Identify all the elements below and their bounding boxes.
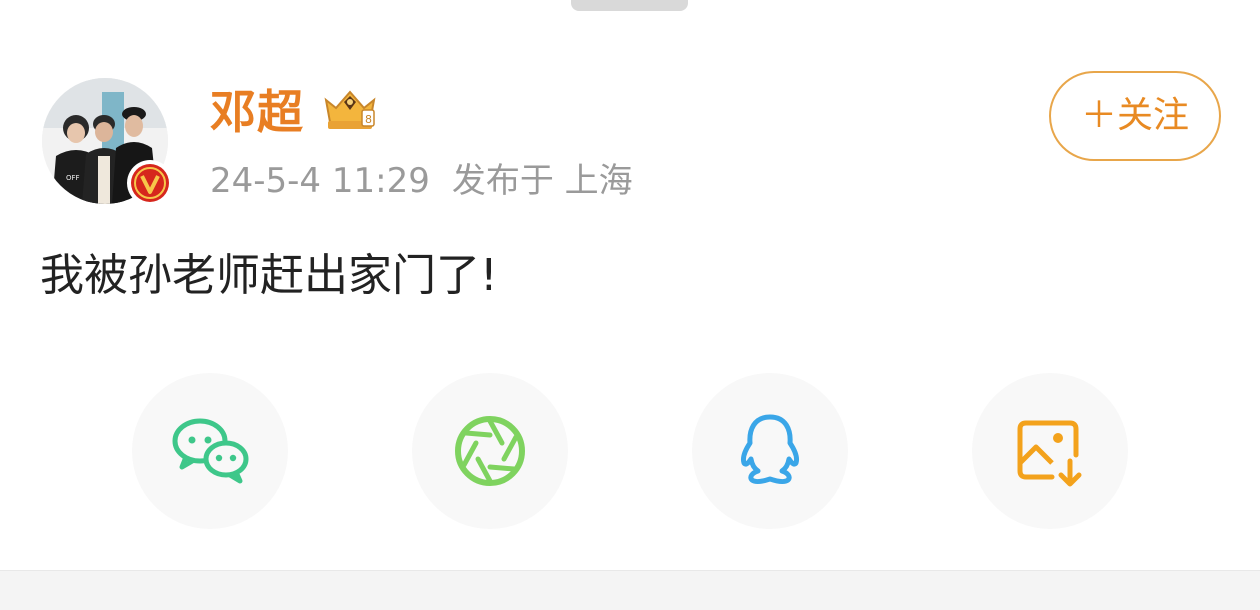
username[interactable]: 邓超 [210,84,304,140]
timestamp: 24-5-4 11:29 [210,161,430,201]
moments-icon [455,416,525,486]
qq-icon [741,414,799,485]
crown-icon: 8 [320,86,380,132]
share-wechat-button[interactable] [132,373,288,529]
svg-text:OFF: OFF [66,174,80,182]
svg-text:8: 8 [365,113,372,126]
location: 发布于 上海 [451,161,633,201]
save-image-icon [1017,420,1082,487]
post-content: 我被孙老师赶出家门了! [40,250,498,301]
save-image-button[interactable] [972,373,1128,529]
bottom-bar [0,570,1260,610]
wechat-icon [172,418,249,484]
verified-badge-icon [127,160,173,206]
share-qq-button[interactable] [692,373,848,529]
share-moments-button[interactable] [412,373,568,529]
post-meta: 24-5-4 11:29 发布于 上海 [210,158,655,204]
share-sheet: OFF 邓超 8 24-5-4 11:29 发布于 上海 ＋关注 我被孙老师赶出家… [0,0,1260,610]
follow-button[interactable]: ＋关注 [1049,71,1221,161]
drag-handle[interactable] [571,0,688,11]
